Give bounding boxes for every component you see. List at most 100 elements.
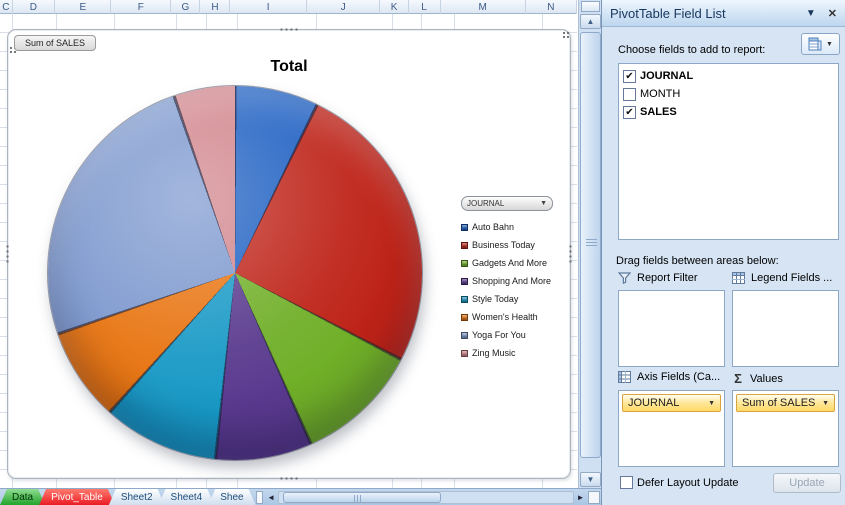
horizontal-scrollbar-thumb[interactable] [282, 492, 441, 503]
horizontal-scrollbar[interactable] [277, 491, 574, 504]
drag-areas-label: Drag fields between areas below: [616, 255, 779, 267]
chart-grip-topright[interactable] [562, 31, 569, 38]
field-checklist[interactable]: ✔ JOURNAL MONTH ✔ SALES [618, 63, 839, 240]
axis-fields-label: Axis Fields (Ca... [618, 371, 726, 383]
column-header-M[interactable]: M [441, 0, 526, 14]
worksheet-area: CDEFGHIJKLMN Sum of SALES Total JOURNAL … [0, 0, 577, 505]
field-label: MONTH [640, 88, 681, 100]
legend-swatch [461, 277, 468, 285]
field-checkbox-journal[interactable]: ✔ [623, 69, 636, 83]
column-header-D[interactable]: D [13, 0, 56, 14]
field-row-sales[interactable]: ✔ SALES [621, 103, 836, 121]
pane-menu-arrow-icon[interactable]: ▼ [806, 8, 816, 19]
filter-icon [618, 272, 631, 284]
legend-fields-area[interactable] [732, 290, 839, 367]
stacked-layout-icon [808, 37, 822, 51]
chart-grip-left[interactable] [6, 244, 9, 264]
axis-fields-area[interactable]: JOURNAL ▼ [618, 390, 725, 467]
table-columns-icon [732, 272, 745, 284]
column-header-G[interactable]: G [171, 0, 201, 14]
legend-swatch [461, 295, 468, 303]
scroll-right-button[interactable]: ► [574, 491, 587, 504]
field-row-month[interactable]: MONTH [621, 85, 836, 103]
sheet-tab-sheet2[interactable]: Sheet2 [109, 489, 165, 505]
field-row-journal[interactable]: ✔ JOURNAL [621, 67, 836, 85]
legend-item[interactable]: Women's Health [461, 308, 569, 326]
chart-title[interactable]: Total [8, 58, 570, 76]
chart-legend[interactable]: JOURNAL ▼ Auto Bahn Business Today Gadgets… [461, 196, 569, 362]
scroll-down-button[interactable]: ▼ [580, 472, 601, 487]
legend-label: Women's Health [472, 312, 538, 322]
scroll-up-button[interactable]: ▲ [580, 14, 601, 29]
pane-header[interactable]: PivotTable Field List ▼ ✕ [602, 0, 845, 27]
column-headers: CDEFGHIJKLMN [0, 0, 577, 14]
field-checkbox-month[interactable] [623, 87, 636, 101]
report-filter-area[interactable] [618, 290, 725, 367]
field-checkbox-sales[interactable]: ✔ [623, 105, 636, 119]
values-item-sum-of-sales[interactable]: Sum of SALES ▼ [736, 394, 835, 412]
close-icon[interactable]: ✕ [828, 7, 837, 20]
legend-swatch [461, 259, 468, 267]
chevron-down-icon: ▼ [708, 399, 715, 407]
sigma-icon: Σ [734, 371, 742, 386]
legend-label: Business Today [472, 240, 535, 250]
legend-label: Shopping And More [472, 276, 552, 286]
legend-items: Auto Bahn Business Today Gadgets And More S… [461, 218, 569, 362]
defer-layout-row: Defer Layout Update [618, 476, 739, 489]
vertical-scrollbar[interactable]: ▲ ▼ [578, 0, 601, 488]
legend-dropdown-label: JOURNAL [467, 199, 505, 208]
sheet-tab-shee[interactable]: Shee [208, 489, 255, 505]
column-header-J[interactable]: J [307, 0, 381, 14]
column-header-H[interactable]: H [200, 0, 231, 14]
update-button[interactable]: Update [773, 473, 841, 493]
split-handle[interactable] [581, 1, 600, 12]
column-header-I[interactable]: I [230, 0, 307, 14]
legend-item[interactable]: Yoga For You [461, 326, 569, 344]
pivot-field-button-sum-of-sales[interactable]: Sum of SALES [14, 35, 97, 51]
values-label: Σ Values [732, 371, 840, 386]
legend-item[interactable]: Style Today [461, 290, 569, 308]
legend-swatch [461, 241, 468, 249]
sheet-tab-pivot_table[interactable]: Pivot_Table [39, 489, 115, 505]
sheet-tab-sheet4[interactable]: Sheet4 [159, 489, 215, 505]
column-header-F[interactable]: F [111, 0, 172, 14]
legend-field-dropdown[interactable]: JOURNAL ▼ [461, 196, 553, 211]
vertical-scrollbar-thumb[interactable] [580, 32, 601, 458]
column-header-K[interactable]: K [380, 0, 409, 14]
column-header-N[interactable]: N [526, 0, 577, 14]
thumb-grip [353, 495, 363, 502]
field-label: SALES [640, 106, 677, 118]
field-label: JOURNAL [640, 70, 694, 82]
sheet-tab-data[interactable]: Data [0, 489, 45, 505]
pivot-chart-object[interactable]: Sum of SALES Total JOURNAL ▼ Auto Bahn Bu… [6, 28, 572, 480]
sheet-tab-bar: Data Pivot_Table Sheet2 Sheet4 Shee ◄ ► [0, 488, 601, 505]
chart-grip-top[interactable] [279, 28, 299, 31]
defer-layout-checkbox[interactable] [620, 476, 633, 489]
legend-item[interactable]: Business Today [461, 236, 569, 254]
legend-swatch [461, 349, 468, 357]
legend-swatch [461, 313, 468, 321]
scrollbar-split-handle[interactable] [588, 491, 600, 504]
legend-item[interactable]: Zing Music [461, 344, 569, 362]
chart-grip-right[interactable] [569, 244, 572, 264]
legend-item[interactable]: Shopping And More [461, 272, 569, 290]
tab-split-handle[interactable] [255, 491, 263, 504]
legend-label: Zing Music [472, 348, 516, 358]
scroll-left-button[interactable]: ◄ [265, 491, 278, 504]
column-header-E[interactable]: E [55, 0, 112, 14]
legend-label: Yoga For You [472, 330, 526, 340]
legend-item[interactable]: Gadgets And More [461, 254, 569, 272]
chevron-down-icon: ▼ [826, 40, 833, 48]
table-rows-icon [618, 371, 631, 383]
pie-slice-separators [48, 86, 422, 460]
legend-swatch [461, 223, 468, 231]
choose-fields-label: Choose fields to add to report: [618, 44, 766, 56]
chart-grip-bottom[interactable] [279, 477, 299, 480]
axis-field-item-journal[interactable]: JOURNAL ▼ [622, 394, 721, 412]
excel-window: CDEFGHIJKLMN Sum of SALES Total JOURNAL … [0, 0, 845, 505]
values-area[interactable]: Sum of SALES ▼ [732, 390, 839, 467]
column-header-L[interactable]: L [409, 0, 441, 14]
field-list-layout-button[interactable]: ▼ [801, 33, 840, 55]
legend-item[interactable]: Auto Bahn [461, 218, 569, 236]
column-header-C[interactable]: C [0, 0, 13, 14]
